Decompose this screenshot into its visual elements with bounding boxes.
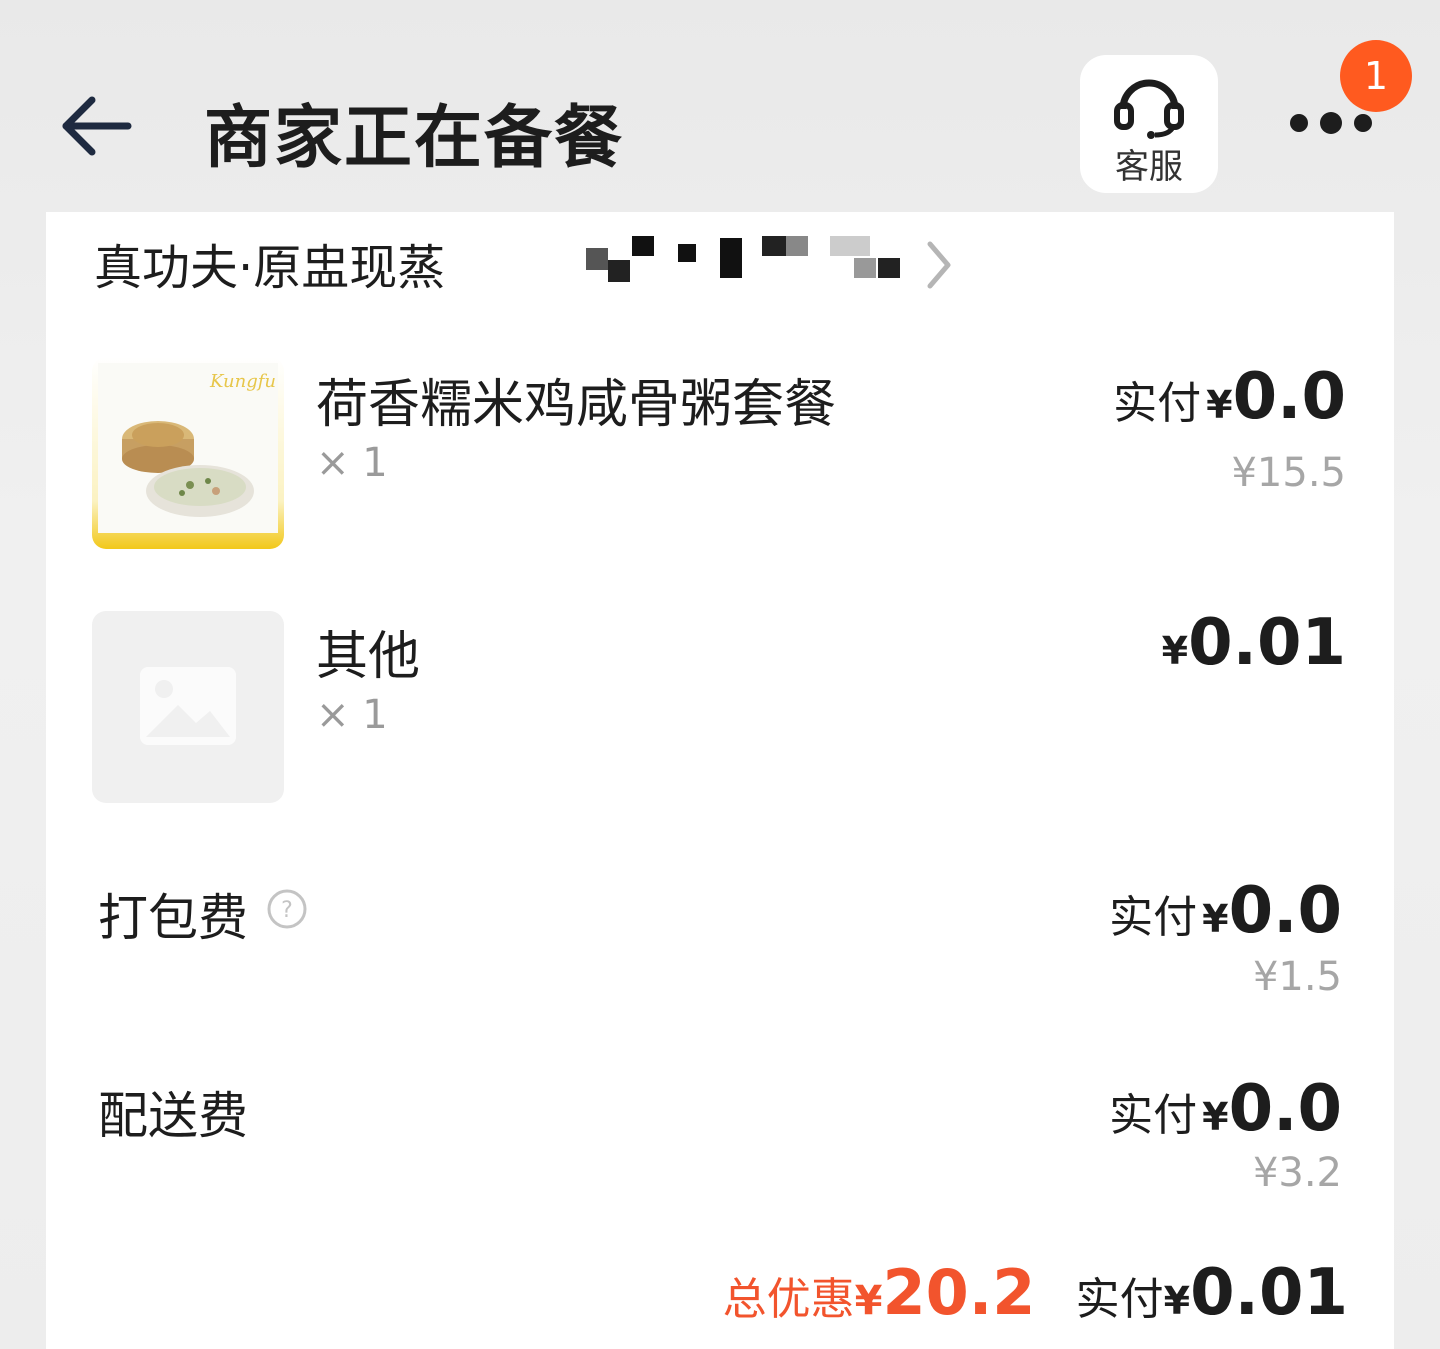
page-title: 商家正在备餐 [204,99,625,178]
item-quantity: × 1 [316,692,388,738]
svg-text:Kungfu: Kungfu [209,371,276,392]
customer-service-label: 客服 [1115,147,1183,187]
paid-label: 实付 [1109,1090,1198,1141]
redacted-shop-suffix [488,232,908,288]
headset-icon [1114,79,1184,139]
original-price: ¥3.2 [1252,1150,1342,1196]
total-paid-amount: 0.01 [1190,1256,1348,1330]
svg-text:?: ? [281,898,293,923]
currency-symbol: ¥ [1163,1279,1191,1323]
item-quantity: × 1 [316,440,388,486]
currency-symbol: ¥ [1161,629,1189,673]
paid-label: 实付 [1109,892,1198,943]
currency-symbol: ¥ [1202,1095,1229,1139]
order-total-row: 总优惠¥20.2 实付¥0.01 [723,1256,1348,1330]
customer-service-button[interactable]: 客服 [1080,55,1218,193]
packaging-fee-price-row: 实付 ¥0.0 [1109,874,1342,948]
currency-symbol: ¥ [854,1278,883,1324]
original-price: ¥15.5 [1231,450,1346,496]
item-image[interactable]: Kungfu [92,357,284,549]
shop-name[interactable]: 真功夫·原盅现蒸 [94,228,445,298]
paid-amount: 0.0 [1228,874,1342,948]
item-price-row: ¥0.01 [1162,606,1346,680]
item-price: 0.01 [1188,606,1346,680]
paid-amount: 0.0 [1232,360,1346,434]
currency-symbol: ¥ [1202,897,1229,941]
back-arrow-icon [62,96,132,156]
food-photo-icon: Kungfu [92,357,284,549]
currency-symbol: ¥ [1206,383,1233,427]
item-name: 其他 [316,627,421,687]
help-icon[interactable]: ? [266,888,308,930]
delivery-fee-price-row: 实付 ¥0.0 [1109,1072,1342,1146]
paid-amount: 0.0 [1228,1072,1342,1146]
more-dot-icon [1320,112,1342,134]
delivery-fee-label: 配送费 [98,1087,248,1145]
total-paid-label: 实付 [1075,1274,1164,1325]
packaging-fee-label: 打包费 [98,889,248,947]
item-image-placeholder[interactable] [92,611,284,803]
chevron-right-icon [927,241,951,289]
back-button[interactable] [58,88,138,168]
notification-badge: 1 [1340,40,1412,112]
total-discount-amount: 20.2 [882,1256,1036,1329]
item-price-row: 实付 ¥0.0 [1113,360,1346,434]
item-name: 荷香糯米鸡咸骨粥套餐 [316,375,837,435]
total-discount-label: 总优惠 [722,1274,855,1325]
original-price: ¥1.5 [1252,954,1342,1000]
more-dot-icon [1290,114,1308,132]
image-placeholder-icon [140,667,236,745]
more-dot-icon [1354,114,1372,132]
paid-label: 实付 [1113,378,1202,429]
